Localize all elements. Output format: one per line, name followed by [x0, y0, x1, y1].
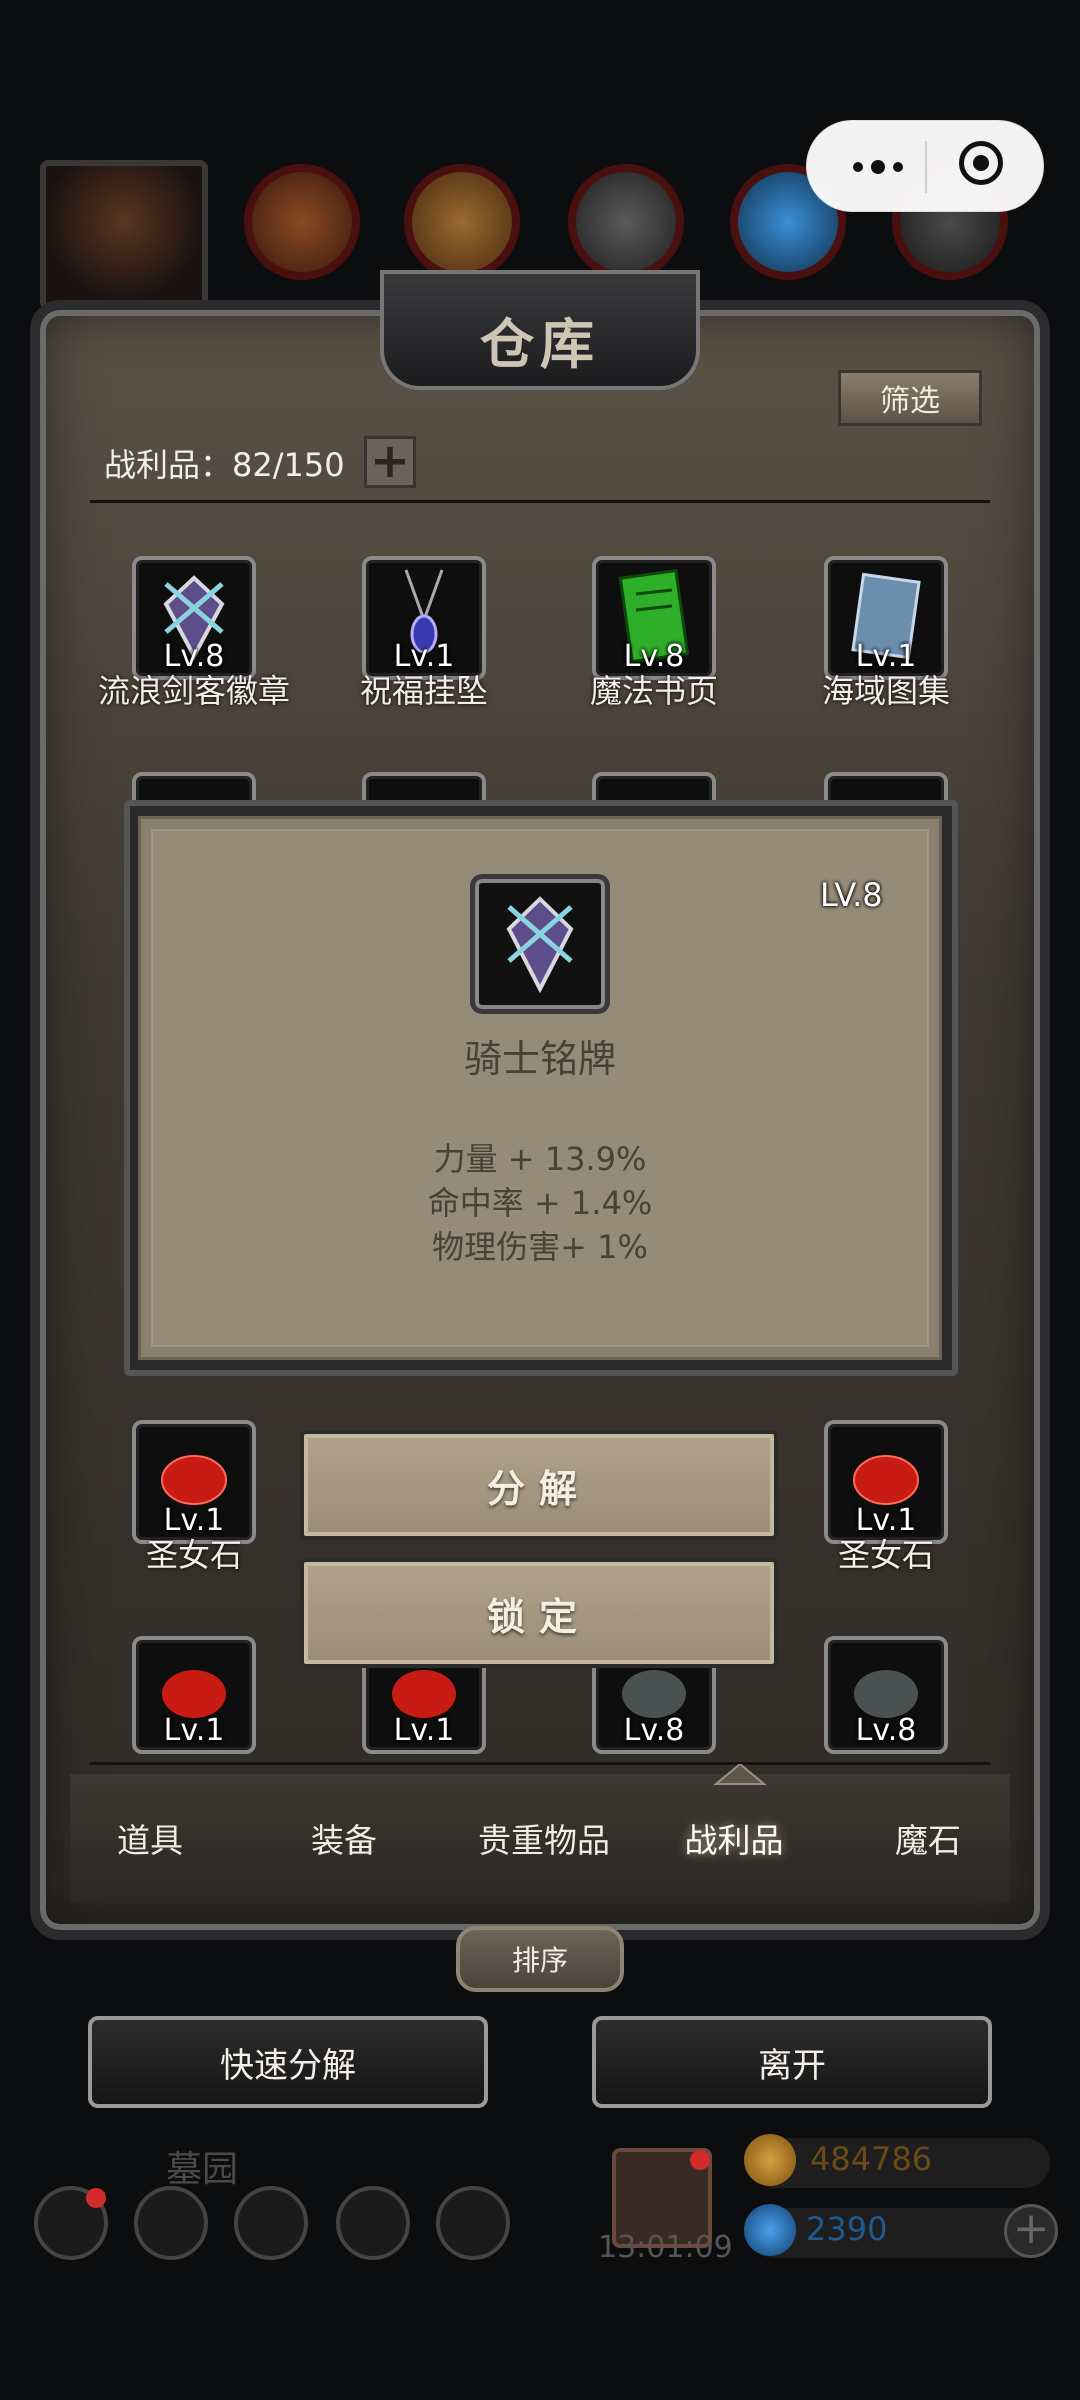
item-name: 海域图集	[821, 672, 950, 710]
sort-button[interactable]: 排序	[456, 1926, 624, 1992]
item-name: 圣女石	[145, 1536, 242, 1574]
panel-title: 仓库	[480, 313, 600, 376]
top-divider	[90, 500, 990, 503]
quick-decompose-button[interactable]: 快速分解	[88, 2016, 488, 2108]
add-currency-button[interactable]: +	[1004, 2204, 1058, 2258]
mail-icon[interactable]	[336, 2186, 410, 2260]
item-level: Lv.1	[163, 1713, 225, 1748]
item-slot[interactable]: Lv.1	[824, 556, 948, 680]
item-level: Lv.8	[623, 1713, 685, 1748]
item-level: Lv.1	[393, 1713, 455, 1748]
item-detail-icon-frame	[470, 874, 610, 1014]
item-slot[interactable]: Lv.1	[132, 1636, 256, 1754]
tab-spoils[interactable]: 战利品	[654, 1774, 814, 1902]
expand-capacity-button[interactable]: +	[364, 436, 416, 488]
decompose-button[interactable]: 分解	[300, 1430, 778, 1540]
item-slot[interactable]: Lv.1	[132, 1420, 256, 1544]
item-level: Lv.8	[855, 1713, 917, 1748]
meat-resource-icon	[244, 164, 360, 280]
item-slot[interactable]: Lv.1	[362, 556, 486, 680]
item-detail-stat: 力量 + 13.9%	[433, 1140, 647, 1178]
filter-button[interactable]: 筛选	[838, 370, 982, 426]
gold-amount: 484786	[810, 2140, 933, 2178]
item-name: 流浪剑客徽章	[97, 672, 290, 710]
notification-dot	[690, 2150, 710, 2170]
gem-icon	[744, 2204, 796, 2256]
map-icon[interactable]	[234, 2186, 308, 2260]
more-menu-icon[interactable]	[837, 121, 919, 213]
knight-badge-icon	[506, 896, 574, 994]
item-slot[interactable]: Lv.8	[824, 1636, 948, 1754]
achievement-icon[interactable]	[134, 2186, 208, 2260]
gift-timer: 13:01:09	[598, 2230, 733, 2265]
item-name: 圣女石	[837, 1536, 934, 1574]
gold-coin-icon	[744, 2134, 796, 2186]
item-detail-name: 骑士铭牌	[463, 1037, 616, 1081]
player-portrait[interactable]	[40, 160, 208, 310]
item-name: 魔法书页	[589, 672, 718, 710]
miniprogram-capsule	[806, 120, 1044, 212]
guide-icon[interactable]	[436, 2186, 510, 2260]
notification-dot	[86, 2188, 106, 2208]
tab-equipment[interactable]: 装备	[264, 1774, 424, 1902]
lock-button[interactable]: 锁定	[300, 1558, 778, 1668]
item-detail-level: LV.8	[820, 876, 883, 914]
tab-magic-stones[interactable]: 魔石	[848, 1774, 1008, 1902]
item-name: 祝福挂坠	[359, 672, 488, 710]
iron-resource-icon	[568, 164, 684, 280]
tab-valuables[interactable]: 贵重物品	[444, 1774, 644, 1902]
close-miniprogram-icon[interactable]	[959, 141, 1003, 185]
item-slot[interactable]: Lv.1	[824, 1420, 948, 1544]
item-detail-stat: 物理伤害+ 1%	[432, 1228, 648, 1266]
leave-button[interactable]: 离开	[592, 2016, 992, 2108]
bottom-divider	[90, 1762, 990, 1765]
wood-resource-icon	[404, 164, 520, 280]
tab-items[interactable]: 道具	[70, 1774, 230, 1902]
item-slot[interactable]: Lv.8	[592, 556, 716, 680]
spoils-capacity-label: 战利品：82/150	[104, 446, 345, 484]
item-detail-stat: 命中率 + 1.4%	[427, 1184, 653, 1222]
item-slot[interactable]: Lv.8	[132, 556, 256, 680]
gem-amount: 2390	[806, 2210, 888, 2248]
capsule-divider	[925, 141, 927, 193]
area-name: 墓园	[166, 2149, 239, 2190]
